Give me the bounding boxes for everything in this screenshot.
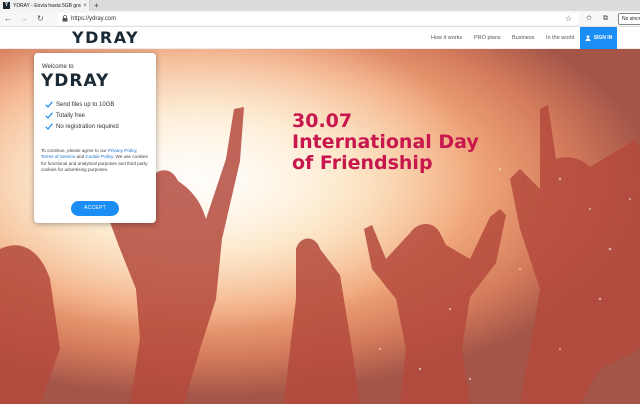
hero-headline: 30.07 International Day of Friendship [292, 111, 502, 174]
browser-tabstrip: Y YDRAY - Envía hasta 5GB gratis × + [0, 0, 640, 11]
feature-item: No registration required [45, 121, 119, 132]
browser-tab[interactable]: Y YDRAY - Envía hasta 5GB gratis × [0, 0, 90, 11]
accept-button[interactable]: ACCEPT [71, 201, 119, 216]
dialog-logo: YDRAY [41, 71, 110, 91]
address-bar[interactable]: https://ydray.com ☆ [58, 13, 578, 25]
check-icon [45, 101, 53, 108]
tab-close-icon[interactable]: × [81, 3, 89, 9]
consent-and: and [75, 154, 86, 160]
feature-label: Totally free [56, 112, 86, 119]
site-logo[interactable]: YDRAY [72, 29, 139, 47]
favicon-icon: Y [3, 2, 10, 9]
user-icon [585, 35, 591, 41]
back-icon[interactable]: ← [4, 14, 12, 24]
consent-sep: , [136, 148, 138, 153]
consent-text: To continue, please agree to our Privacy… [41, 148, 151, 174]
hero-line-1: International Day [292, 131, 479, 153]
feature-label: No registration required [56, 123, 119, 130]
tab-title: YDRAY - Envía hasta 5GB gratis [13, 2, 81, 9]
new-tab-button[interactable]: + [94, 0, 99, 11]
terms-of-service-link[interactable]: Terms of Service [41, 154, 75, 159]
consent-text-pre: To continue, please agree to our [41, 148, 108, 153]
browser-toolbar: ← → ↻ https://ydray.com ☆ ✩ ⧉ No sincro [0, 11, 640, 27]
favorite-star-icon[interactable]: ☆ [565, 14, 572, 24]
site-header: YDRAY How it works PRO plans Business In… [0, 27, 640, 49]
check-icon [45, 112, 53, 119]
nav-pro-plans[interactable]: PRO plans [474, 34, 501, 42]
feature-item: Send files up to 10GB [45, 99, 119, 110]
welcome-dialog: Welcome to YDRAY Send files up to 10GB T… [34, 53, 156, 223]
forward-icon[interactable]: → [20, 14, 28, 24]
sign-in-label: SIGN IN [593, 35, 613, 41]
nav-in-the-world[interactable]: In the world [546, 34, 574, 42]
nav-how-it-works[interactable]: How it works [431, 34, 462, 42]
collections-icon[interactable]: ⧉ [603, 14, 608, 24]
hero-date: 30.07 [292, 110, 353, 132]
cookie-policy-link[interactable]: Cookie Policy [85, 154, 113, 159]
privacy-policy-link[interactable]: Privacy Policy [108, 148, 136, 153]
sync-button[interactable]: No sincro [618, 13, 640, 25]
welcome-title: Welcome to [42, 64, 74, 70]
feature-label: Send files up to 10GB [56, 101, 115, 108]
refresh-icon[interactable]: ↻ [37, 14, 44, 24]
url-text: https://ydray.com [71, 16, 117, 22]
feature-item: Totally free [45, 110, 119, 121]
hero-line-2: of Friendship [292, 152, 433, 174]
feature-list: Send files up to 10GB Totally free No re… [45, 99, 119, 132]
lock-icon [62, 15, 68, 22]
nav-business[interactable]: Business [512, 34, 534, 42]
sign-in-button[interactable]: SIGN IN [580, 27, 617, 49]
favorites-icon[interactable]: ✩ [586, 14, 592, 24]
check-icon [45, 123, 53, 130]
